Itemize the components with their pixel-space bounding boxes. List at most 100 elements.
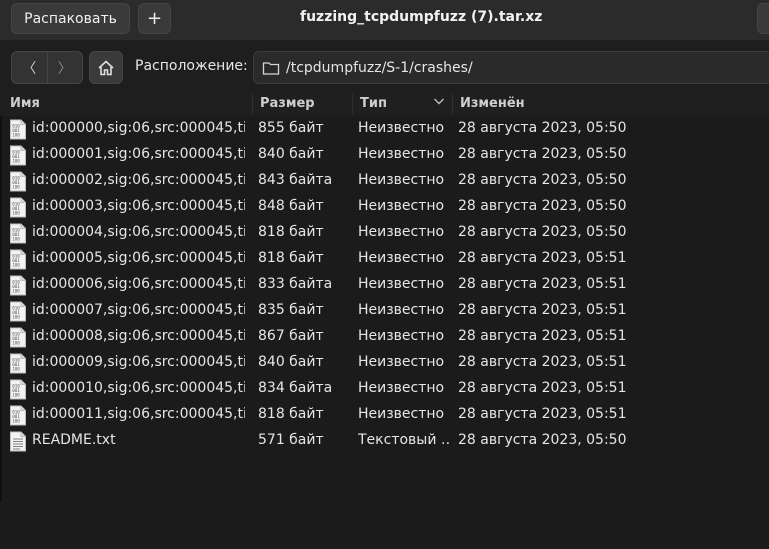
file-size: 848 байт	[258, 198, 324, 214]
file-modified: 28 августа 2023, 05:51	[458, 380, 627, 396]
file-type: Неизвестно	[358, 406, 445, 422]
file-type: Неизвестно	[358, 276, 445, 292]
file-size: 855 байт	[258, 120, 324, 136]
file-name: id:000010,sig:06,src:000045,ti…	[32, 380, 245, 396]
table-row[interactable]: 010 001 100 id:000003,sig:06,src:000045,ti……	[0, 194, 769, 220]
file-modified: 28 августа 2023, 05:51	[458, 302, 627, 318]
file-name: id:000001,sig:06,src:000045,ti…	[32, 146, 245, 162]
file-type: Неизвестно	[358, 302, 445, 318]
svg-text:100: 100	[12, 289, 20, 294]
file-modified: 28 августа 2023, 05:50	[458, 224, 627, 240]
svg-text:100: 100	[12, 419, 20, 424]
file-size: 818 байт	[258, 406, 324, 422]
file-name: id:000004,sig:06,src:000045,ti…	[32, 224, 245, 240]
file-type: Неизвестно	[358, 198, 445, 214]
file-modified: 28 августа 2023, 05:51	[458, 328, 627, 344]
file-modified: 28 августа 2023, 05:51	[458, 406, 627, 422]
file-name: id:000000,sig:06,src:000045,ti…	[32, 120, 245, 136]
column-divider[interactable]	[352, 94, 353, 114]
menu-button[interactable]	[757, 3, 769, 34]
table-row[interactable]: 010 001 100 id:000009,sig:06,src:000045,ti……	[0, 350, 769, 376]
file-type: Неизвестно	[358, 120, 445, 136]
table-row[interactable]: README.txt 571 байт Текстовый … 28 августа …	[0, 428, 769, 454]
file-modified: 28 августа 2023, 05:50	[458, 198, 627, 214]
file-name: id:000005,sig:06,src:000045,ti…	[32, 250, 245, 266]
table-row[interactable]: 010 001 100 id:000006,sig:06,src:000045,ti……	[0, 272, 769, 298]
svg-text:100: 100	[12, 315, 20, 320]
table-row[interactable]: 010 001 100 id:000001,sig:06,src:000045,ti……	[0, 142, 769, 168]
file-list-rows: 010 001 100 id:000000,sig:06,src:000045,ti……	[0, 116, 769, 454]
file-size: 867 байт	[258, 328, 324, 344]
table-row[interactable]: 010 001 100 id:000007,sig:06,src:000045,ti……	[0, 298, 769, 324]
forward-button[interactable]: 〉	[48, 52, 83, 83]
column-header-name[interactable]: Имя	[10, 96, 40, 111]
table-row[interactable]: 010 001 100 id:000004,sig:06,src:000045,ti……	[0, 220, 769, 246]
svg-text:100: 100	[12, 367, 20, 372]
table-row[interactable]: 010 001 100 id:000005,sig:06,src:000045,ti……	[0, 246, 769, 272]
archive-manager-window: Распаковать + fuzzing_tcpdumpfuzz (7).ta…	[0, 0, 769, 549]
table-row[interactable]: 010 001 100 id:000002,sig:06,src:000045,ti……	[0, 168, 769, 194]
file-size: 834 байта	[258, 380, 333, 396]
svg-text:100: 100	[12, 211, 20, 216]
svg-text:100: 100	[12, 237, 20, 242]
svg-text:100: 100	[12, 159, 20, 164]
file-list-header: Имя Размер Тип Изменён	[0, 92, 769, 116]
column-header-modified[interactable]: Изменён	[460, 96, 525, 111]
file-name: id:000009,sig:06,src:000045,ti…	[32, 354, 245, 370]
file-size: 843 байта	[258, 172, 333, 188]
file-size: 818 байт	[258, 250, 324, 266]
chevron-right-icon: 〉	[57, 60, 72, 77]
file-modified: 28 августа 2023, 05:51	[458, 354, 627, 370]
file-size: 840 байт	[258, 354, 324, 370]
table-row[interactable]: 010 001 100 id:000010,sig:06,src:000045,ti……	[0, 376, 769, 402]
file-type: Неизвестно	[358, 172, 445, 188]
column-header-size[interactable]: Размер	[260, 96, 315, 111]
home-icon	[98, 59, 114, 75]
extract-button[interactable]: Распаковать	[11, 3, 130, 34]
svg-text:100: 100	[12, 133, 20, 138]
file-type: Неизвестно	[358, 328, 445, 344]
file-modified: 28 августа 2023, 05:50	[458, 146, 627, 162]
file-modified: 28 августа 2023, 05:51	[458, 276, 627, 292]
file-name: id:000006,sig:06,src:000045,ti…	[32, 276, 245, 292]
back-button[interactable]: 〈	[12, 52, 48, 83]
file-list: Имя Размер Тип Изменён 010 001 100 id:00000…	[0, 92, 769, 454]
column-divider[interactable]	[252, 94, 253, 114]
svg-text:100: 100	[12, 393, 20, 398]
file-size: 833 байта	[258, 276, 333, 292]
svg-text:100: 100	[12, 185, 20, 190]
column-header-type[interactable]: Тип	[360, 96, 387, 111]
location-path-field[interactable]: /tcpdumpfuzz/S-1/crashes/	[253, 51, 769, 84]
file-modified: 28 августа 2023, 05:50	[458, 120, 627, 136]
location-label: Расположение:	[135, 58, 248, 74]
folder-icon	[262, 61, 280, 75]
file-type: Неизвестно	[358, 224, 445, 240]
file-size: 571 байт	[258, 432, 324, 448]
file-type: Неизвестно	[358, 380, 445, 396]
add-files-button[interactable]: +	[138, 3, 171, 34]
table-row[interactable]: 010 001 100 id:000011,sig:06,src:000045,ti……	[0, 402, 769, 428]
file-size: 818 байт	[258, 224, 324, 240]
table-row[interactable]: 010 001 100 id:000000,sig:06,src:000045,ti……	[0, 116, 769, 142]
file-type: Неизвестно	[358, 250, 445, 266]
window-title: fuzzing_tcpdumpfuzz (7).tar.xz	[300, 9, 543, 25]
file-type: Текстовый …	[358, 432, 450, 448]
column-divider[interactable]	[452, 94, 453, 114]
file-type: Неизвестно	[358, 146, 445, 162]
file-name: id:000008,sig:06,src:000045,ti…	[32, 328, 245, 344]
file-name: id:000011,sig:06,src:000045,ti…	[32, 406, 245, 422]
chevron-left-icon: 〈	[22, 60, 37, 77]
home-button[interactable]	[89, 51, 123, 84]
file-size: 835 байт	[258, 302, 324, 318]
file-size: 840 байт	[258, 146, 324, 162]
location-path: /tcpdumpfuzz/S-1/crashes/	[286, 59, 473, 76]
table-row[interactable]: 010 001 100 id:000008,sig:06,src:000045,ti……	[0, 324, 769, 350]
file-modified: 28 августа 2023, 05:50	[458, 172, 627, 188]
svg-text:100: 100	[12, 341, 20, 346]
chevron-down-icon	[433, 96, 445, 109]
file-name: id:000003,sig:06,src:000045,ti…	[32, 198, 245, 214]
file-name: id:000007,sig:06,src:000045,ti…	[32, 302, 245, 318]
file-modified: 28 августа 2023, 05:50	[458, 432, 627, 448]
header-bar: Распаковать + fuzzing_tcpdumpfuzz (7).ta…	[0, 0, 769, 40]
svg-text:100: 100	[12, 263, 20, 268]
